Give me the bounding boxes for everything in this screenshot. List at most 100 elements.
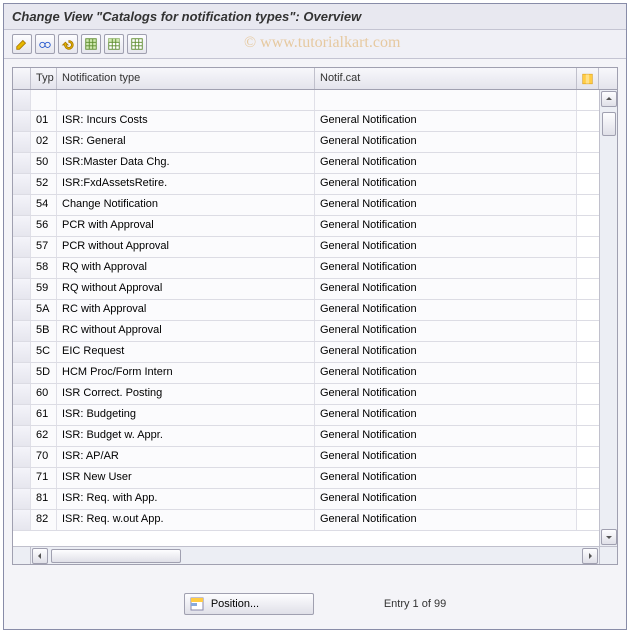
scroll-down-button[interactable]: [601, 529, 617, 545]
cell-typ[interactable]: 50: [31, 153, 57, 173]
cell-notif-cat[interactable]: General Notification: [315, 426, 577, 446]
cell-notif-cat[interactable]: General Notification: [315, 342, 577, 362]
cell-notification-type[interactable]: ISR New User: [57, 468, 315, 488]
horizontal-scroll-thumb[interactable]: [51, 549, 181, 563]
cell-notif-cat[interactable]: General Notification: [315, 195, 577, 215]
cell-notif-cat[interactable]: General Notification: [315, 447, 577, 467]
row-selector[interactable]: [13, 363, 31, 383]
row-selector[interactable]: [13, 468, 31, 488]
cell-typ[interactable]: 57: [31, 237, 57, 257]
row-selector[interactable]: [13, 321, 31, 341]
cell-notif-cat[interactable]: General Notification: [315, 468, 577, 488]
cell-notif-cat[interactable]: General Notification: [315, 174, 577, 194]
cell-notif-cat[interactable]: General Notification: [315, 384, 577, 404]
row-selector[interactable]: [13, 195, 31, 215]
cell-notif-cat[interactable]: General Notification: [315, 132, 577, 152]
row-selector[interactable]: [13, 174, 31, 194]
position-button[interactable]: Position...: [184, 593, 314, 615]
cell-typ[interactable]: 02: [31, 132, 57, 152]
row-selector[interactable]: [13, 510, 31, 530]
deselect-all-button[interactable]: [127, 34, 147, 54]
cell-notification-type[interactable]: EIC Request: [57, 342, 315, 362]
horizontal-scroll-track[interactable]: [49, 548, 581, 564]
cell-typ[interactable]: 82: [31, 510, 57, 530]
scroll-right-button[interactable]: [582, 548, 598, 564]
row-selector[interactable]: [13, 279, 31, 299]
cell-notif-cat[interactable]: General Notification: [315, 405, 577, 425]
row-selector[interactable]: [13, 111, 31, 131]
cell-notification-type[interactable]: RQ with Approval: [57, 258, 315, 278]
cell-typ[interactable]: 01: [31, 111, 57, 131]
scroll-left-button[interactable]: [32, 548, 48, 564]
cell-notif-cat[interactable]: General Notification: [315, 279, 577, 299]
cell-typ[interactable]: 5D: [31, 363, 57, 383]
cell-typ[interactable]: 5A: [31, 300, 57, 320]
cell-typ[interactable]: 60: [31, 384, 57, 404]
other-view-button[interactable]: [12, 34, 32, 54]
cell-notification-type[interactable]: ISR: AP/AR: [57, 447, 315, 467]
column-header-typ[interactable]: Typ: [31, 68, 57, 89]
row-selector[interactable]: [13, 216, 31, 236]
cell-notification-type[interactable]: HCM Proc/Form Intern: [57, 363, 315, 383]
row-selector[interactable]: [13, 342, 31, 362]
cell-typ[interactable]: 59: [31, 279, 57, 299]
cell-notif-cat[interactable]: General Notification: [315, 111, 577, 131]
cell-typ[interactable]: 70: [31, 447, 57, 467]
column-header-select[interactable]: [13, 68, 31, 89]
cell-notif-cat[interactable]: General Notification: [315, 363, 577, 383]
select-block-button[interactable]: [104, 34, 124, 54]
cell-typ[interactable]: 5B: [31, 321, 57, 341]
row-selector[interactable]: [13, 447, 31, 467]
row-selector[interactable]: [13, 405, 31, 425]
cell-notification-type[interactable]: RC with Approval: [57, 300, 315, 320]
row-selector[interactable]: [13, 90, 31, 110]
cell-typ[interactable]: 71: [31, 468, 57, 488]
cell-notification-type[interactable]: ISR: Budget w. Appr.: [57, 426, 315, 446]
cell-typ[interactable]: 5C: [31, 342, 57, 362]
cell-typ[interactable]: 81: [31, 489, 57, 509]
cell-notification-type[interactable]: ISR: Incurs Costs: [57, 111, 315, 131]
cell-notification-type[interactable]: ISR: Req. with App.: [57, 489, 315, 509]
cell-typ[interactable]: 56: [31, 216, 57, 236]
row-selector[interactable]: [13, 384, 31, 404]
cell-notif-cat[interactable]: General Notification: [315, 258, 577, 278]
scroll-up-button[interactable]: [601, 91, 617, 107]
cell-notif-cat[interactable]: General Notification: [315, 321, 577, 341]
vertical-scroll-track[interactable]: [601, 108, 617, 528]
row-selector[interactable]: [13, 237, 31, 257]
row-selector[interactable]: [13, 132, 31, 152]
cell-notif-cat[interactable]: General Notification: [315, 510, 577, 530]
row-selector[interactable]: [13, 153, 31, 173]
cell-typ[interactable]: 52: [31, 174, 57, 194]
cell-typ[interactable]: [31, 90, 57, 110]
cell-notif-cat[interactable]: General Notification: [315, 237, 577, 257]
undo-button[interactable]: [58, 34, 78, 54]
select-all-button[interactable]: [81, 34, 101, 54]
cell-notification-type[interactable]: RQ without Approval: [57, 279, 315, 299]
cell-notification-type[interactable]: ISR:Master Data Chg.: [57, 153, 315, 173]
cell-notif-cat[interactable]: General Notification: [315, 300, 577, 320]
cell-notification-type[interactable]: [57, 90, 315, 110]
cell-notification-type[interactable]: PCR without Approval: [57, 237, 315, 257]
cell-typ[interactable]: 61: [31, 405, 57, 425]
column-header-notif-cat[interactable]: Notif.cat: [315, 68, 577, 89]
cell-notification-type[interactable]: Change Notification: [57, 195, 315, 215]
cell-notification-type[interactable]: ISR: Req. w.out App.: [57, 510, 315, 530]
cell-notif-cat[interactable]: General Notification: [315, 153, 577, 173]
row-selector[interactable]: [13, 258, 31, 278]
cell-notification-type[interactable]: RC without Approval: [57, 321, 315, 341]
row-selector[interactable]: [13, 426, 31, 446]
cell-typ[interactable]: 54: [31, 195, 57, 215]
cell-notification-type[interactable]: ISR: General: [57, 132, 315, 152]
cell-notification-type[interactable]: PCR with Approval: [57, 216, 315, 236]
glasses-button[interactable]: [35, 34, 55, 54]
cell-typ[interactable]: 58: [31, 258, 57, 278]
configure-columns-button[interactable]: [577, 68, 599, 89]
cell-notification-type[interactable]: ISR Correct. Posting: [57, 384, 315, 404]
cell-notif-cat[interactable]: [315, 90, 577, 110]
cell-notification-type[interactable]: ISR: Budgeting: [57, 405, 315, 425]
cell-notification-type[interactable]: ISR:FxdAssetsRetire.: [57, 174, 315, 194]
row-selector[interactable]: [13, 489, 31, 509]
row-selector[interactable]: [13, 300, 31, 320]
cell-typ[interactable]: 62: [31, 426, 57, 446]
